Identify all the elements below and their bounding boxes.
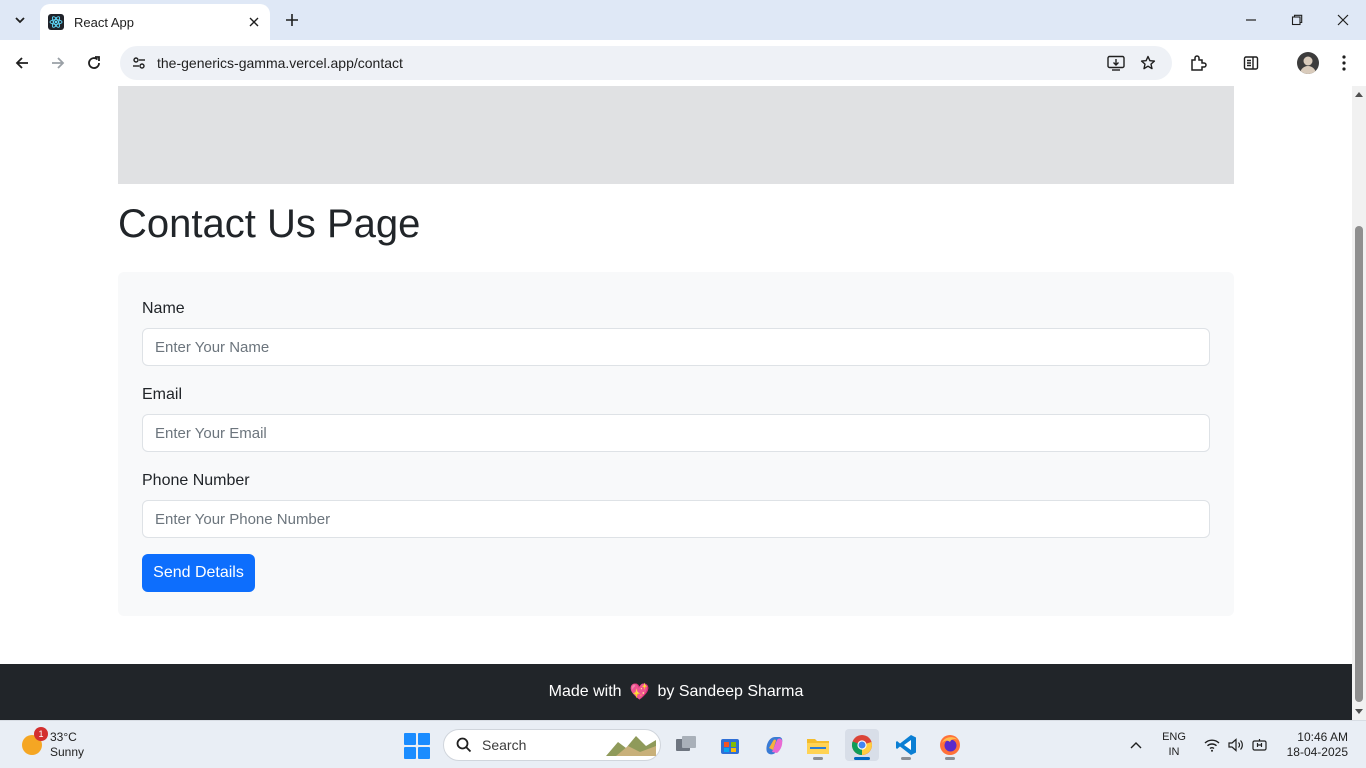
- volume-icon[interactable]: [1226, 729, 1246, 761]
- browser-tab[interactable]: React App: [40, 4, 270, 40]
- windows-start-icon[interactable]: [404, 733, 430, 759]
- tab-title: React App: [74, 14, 134, 30]
- side-panel-icon[interactable]: [1237, 49, 1265, 77]
- system-clock[interactable]: 10:46 AM 18-04-2025: [1280, 730, 1348, 760]
- forward-icon[interactable]: [44, 49, 72, 77]
- kebab-menu-icon[interactable]: [1330, 49, 1358, 77]
- clock-date: 18-04-2025: [1286, 745, 1348, 759]
- weather-badge: 1: [34, 727, 48, 741]
- battery-icon[interactable]: [1250, 729, 1270, 761]
- chevron-up-icon[interactable]: [1124, 729, 1148, 761]
- weather-temperature: 33°C: [50, 730, 77, 744]
- chrome-icon[interactable]: [845, 729, 879, 761]
- search-icon: [456, 737, 472, 753]
- email-label: Email: [142, 386, 183, 403]
- page-viewport: The Generics Contact Us Page Name Email …: [0, 86, 1352, 720]
- browser-tab-bar: React App: [0, 0, 1366, 40]
- wifi-icon[interactable]: [1202, 729, 1222, 761]
- footer-prefix: Made with: [548, 683, 622, 700]
- tab-list-icon[interactable]: [8, 8, 32, 32]
- reload-icon[interactable]: [80, 49, 108, 77]
- back-icon[interactable]: [8, 49, 36, 77]
- region-code: IN: [1168, 746, 1180, 758]
- task-view-icon[interactable]: [669, 729, 703, 761]
- phone-label: Phone Number: [142, 472, 250, 489]
- email-input[interactable]: [142, 414, 1210, 452]
- name-label: Name: [142, 300, 185, 317]
- page-title: Contact Us Page: [118, 202, 421, 246]
- install-app-icon[interactable]: [1100, 47, 1132, 79]
- file-explorer-icon[interactable]: [801, 729, 835, 761]
- restore-icon[interactable]: [1283, 6, 1311, 34]
- site-info-icon[interactable]: [122, 46, 156, 80]
- site-title: The Generics: [118, 86, 1234, 95]
- window-close-icon[interactable]: [1329, 6, 1357, 34]
- close-icon[interactable]: [246, 14, 262, 30]
- plus-icon[interactable]: [280, 8, 304, 32]
- microsoft-store-icon[interactable]: [713, 729, 747, 761]
- copilot-icon[interactable]: [757, 729, 791, 761]
- phone-input[interactable]: [142, 500, 1210, 538]
- search-label: Search: [482, 737, 527, 753]
- language-indicator[interactable]: ENG IN: [1160, 730, 1188, 760]
- footer: Made with 💖 by Sandeep Sharma: [0, 664, 1352, 720]
- bookmark-star-icon[interactable]: [1132, 47, 1164, 79]
- windows-taskbar: 1 33°C Sunny Search ENG IN 10:46 AM 18-0…: [0, 720, 1366, 768]
- clock-time: 10:46 AM: [1297, 730, 1348, 744]
- name-input[interactable]: [142, 328, 1210, 366]
- page-scrollbar[interactable]: [1352, 86, 1366, 720]
- react-favicon-icon: [48, 14, 64, 30]
- contact-form: Name Email Phone Number Send Details: [118, 272, 1234, 616]
- send-details-button[interactable]: Send Details: [142, 554, 255, 592]
- url-text[interactable]: the-generics-gamma.vercel.app/contact: [157, 55, 1100, 71]
- profile-avatar[interactable]: [1297, 52, 1319, 74]
- scrollbar-thumb[interactable]: [1355, 226, 1363, 702]
- weather-condition: Sunny: [50, 745, 85, 759]
- browser-toolbar: the-generics-gamma.vercel.app/contact: [0, 40, 1366, 86]
- scroll-down-icon[interactable]: [1355, 708, 1363, 716]
- scroll-up-icon[interactable]: [1355, 90, 1363, 98]
- header-banner: The Generics: [118, 86, 1234, 184]
- taskbar-search[interactable]: Search: [443, 729, 661, 761]
- address-bar[interactable]: the-generics-gamma.vercel.app/contact: [120, 46, 1172, 80]
- footer-author: by Sandeep Sharma: [657, 683, 804, 700]
- firefox-icon[interactable]: [933, 729, 967, 761]
- vscode-icon[interactable]: [889, 729, 923, 761]
- language-code: ENG: [1162, 731, 1186, 743]
- minimize-icon[interactable]: [1237, 6, 1265, 34]
- extensions-icon[interactable]: [1184, 49, 1212, 77]
- search-highlight-icon: [606, 736, 656, 756]
- heart-emoji: 💖: [629, 684, 650, 701]
- weather-widget[interactable]: 1 33°C Sunny: [18, 727, 108, 763]
